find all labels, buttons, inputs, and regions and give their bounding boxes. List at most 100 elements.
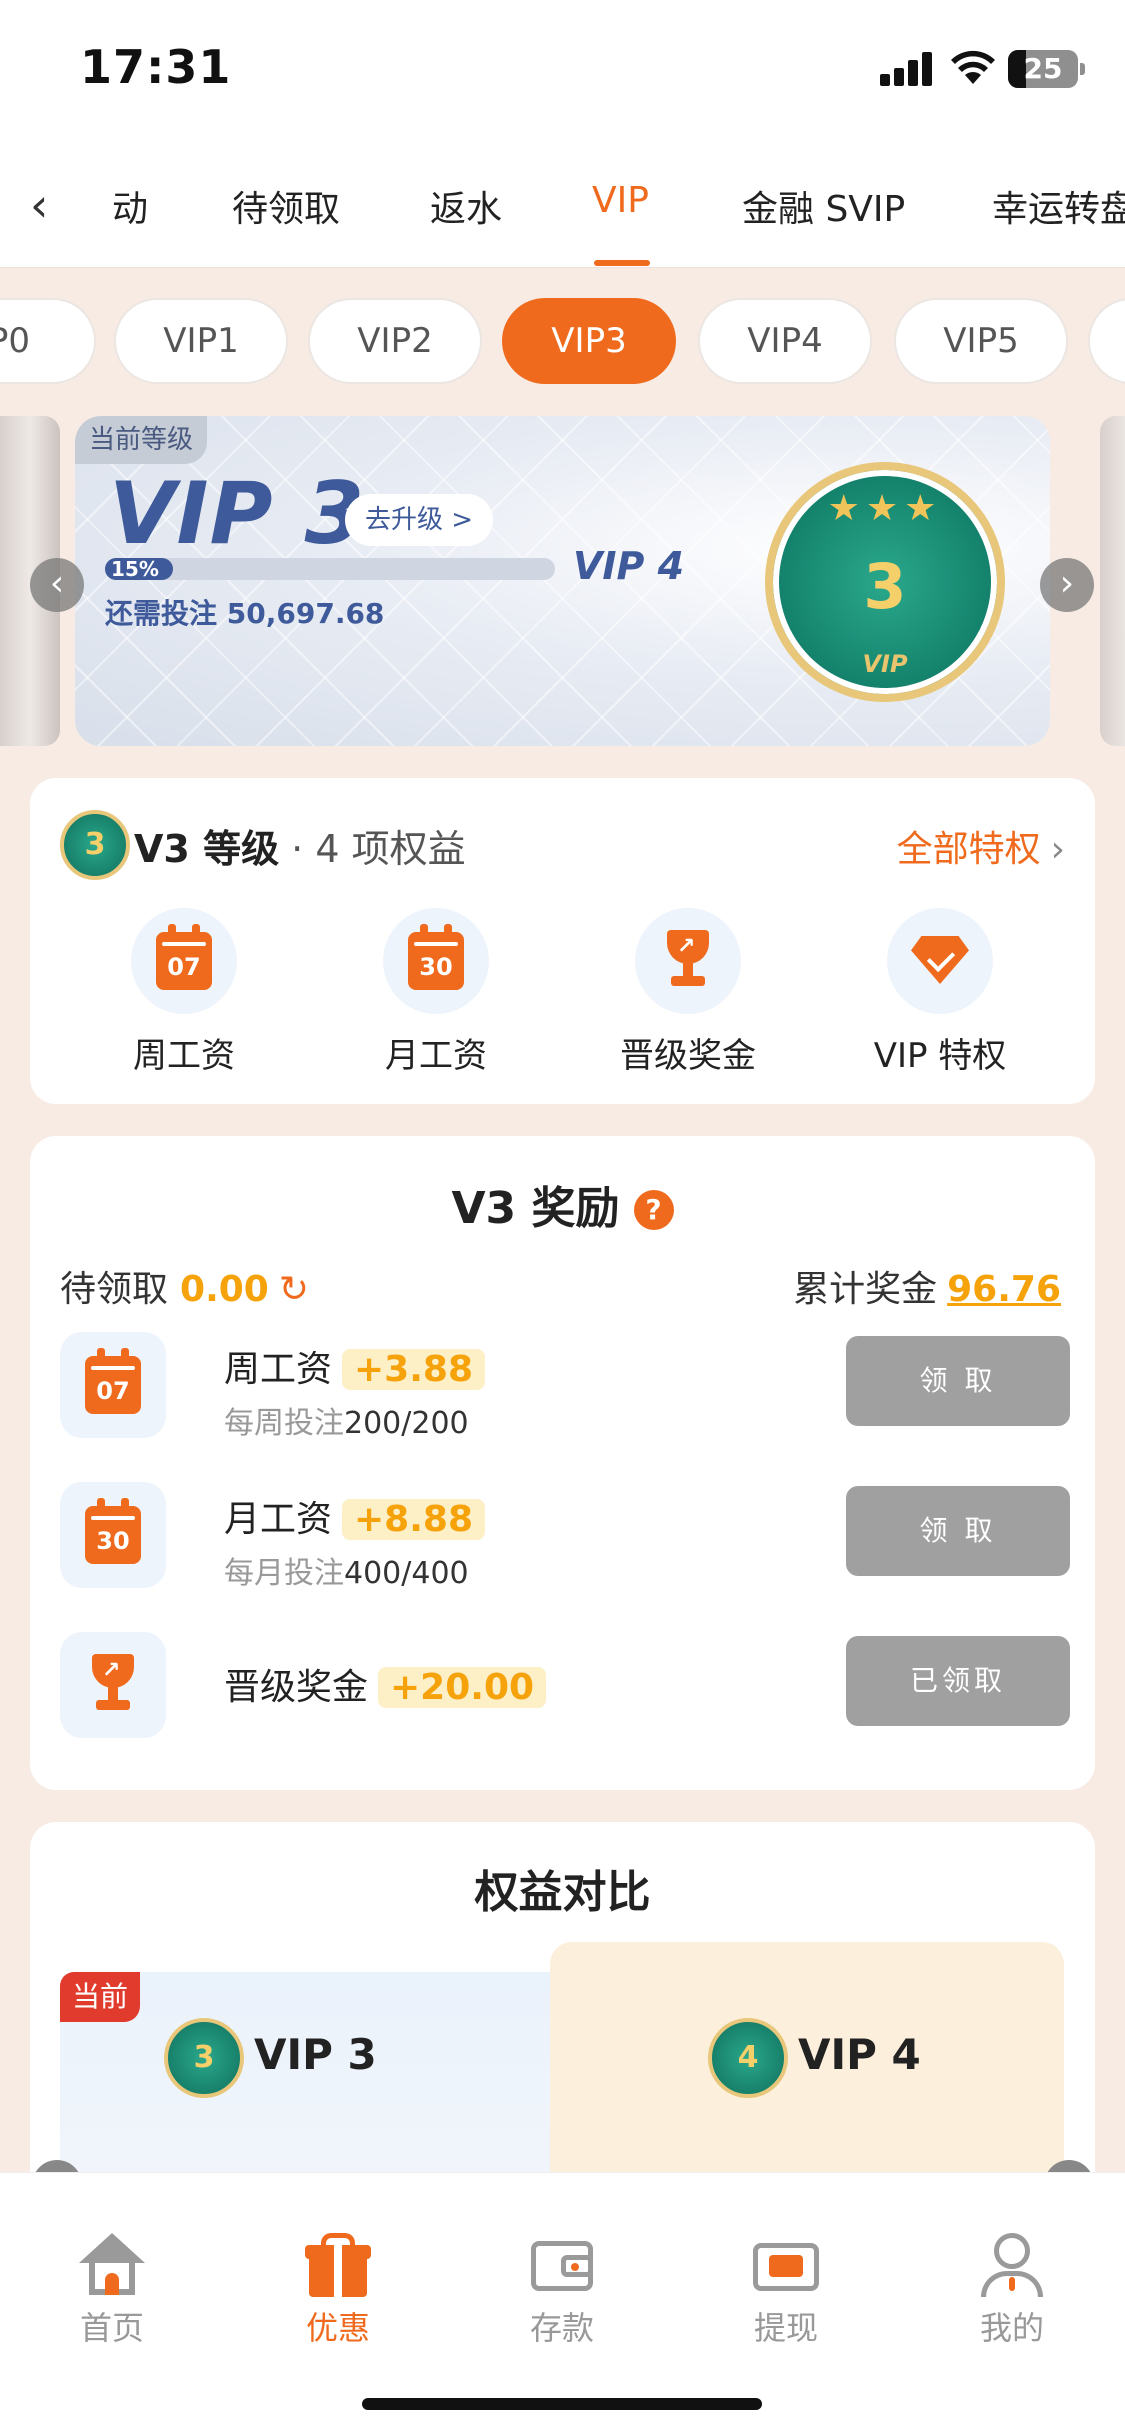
current-level-card: 当前等级 VIP 3 去升级 > 15% VIP 4 还需投注 50,697.6… bbox=[75, 416, 1050, 746]
reward-row-weekly: 07 周工资 +3.88 每周投注200/200 领 取 bbox=[60, 1332, 1070, 1442]
cash-icon bbox=[751, 2233, 821, 2297]
benefit-label: 周工资 bbox=[133, 1036, 235, 1076]
total-bonus-amount[interactable]: 96.76 bbox=[947, 1269, 1061, 1310]
category-tabs: ‹ 动 待领取 返水 VIP 金融 SVIP 幸运转盘 bbox=[0, 150, 1125, 268]
benefit-promotion-bonus[interactable]: ↗ 晋级奖金 bbox=[578, 908, 798, 1077]
benefit-monthly-salary[interactable]: 30 月工资 bbox=[326, 908, 546, 1077]
comparison-current-level: VIP 3 bbox=[254, 2030, 377, 2079]
reward-row-promotion: ↗ 晋级奖金 +20.00 已领取 bbox=[60, 1632, 1070, 1742]
tab-label: 优惠 bbox=[305, 2309, 370, 2347]
calendar-07-icon: 07 bbox=[131, 908, 237, 1014]
total-bonus: 累计奖金 96.76 bbox=[793, 1260, 1061, 1312]
pill-vip0[interactable]: P0 bbox=[0, 298, 96, 384]
carousel-prev-button[interactable]: ‹ bbox=[30, 558, 84, 612]
v3-mini-badge-icon: 3 bbox=[60, 810, 130, 880]
tab-withdraw[interactable]: 提现 bbox=[706, 2233, 866, 2349]
reward-name: 晋级奖金 +20.00 bbox=[224, 1658, 547, 1710]
back-chevron-icon[interactable]: ‹ bbox=[30, 178, 48, 232]
reward-bonus: +3.88 bbox=[342, 1349, 486, 1390]
trophy-icon: ↗ bbox=[60, 1632, 166, 1738]
pill-vip2[interactable]: VIP2 bbox=[308, 298, 482, 384]
all-privileges-label: 全部特权 bbox=[896, 829, 1041, 870]
pill-vip5[interactable]: VIP5 bbox=[894, 298, 1068, 384]
home-indicator bbox=[362, 2398, 762, 2410]
tab-label: 我的 bbox=[979, 2309, 1044, 2347]
pill-vip4[interactable]: VIP4 bbox=[698, 298, 872, 384]
claim-monthly-button[interactable]: 领 取 bbox=[846, 1486, 1070, 1576]
level-benefits-title: V3 等级 · 4 项权益 bbox=[134, 818, 466, 873]
benefit-label: VIP 特权 bbox=[873, 1036, 1007, 1076]
reward-bonus: +20.00 bbox=[378, 1667, 547, 1708]
comparison-title: 权益对比 bbox=[474, 1867, 651, 1918]
home-icon bbox=[77, 2233, 147, 2297]
diamond-icon bbox=[887, 908, 993, 1014]
badge-number: 3 bbox=[863, 550, 907, 623]
tab-pending[interactable]: 待领取 bbox=[232, 180, 340, 232]
tab-label: 提现 bbox=[753, 2309, 818, 2347]
claimed-promotion-button[interactable]: 已领取 bbox=[846, 1636, 1070, 1726]
carousel-next-button[interactable]: › bbox=[1040, 558, 1094, 612]
level-benefits-card: 3 V3 等级 · 4 项权益 全部特权 › 07 周工资 30 月工资 ↗ 晋级… bbox=[30, 778, 1095, 1104]
tab-profile[interactable]: 我的 bbox=[932, 2233, 1092, 2349]
current-level-tag: 当前等级 bbox=[75, 416, 208, 464]
tab-deposit[interactable]: 存款 bbox=[482, 2233, 642, 2349]
calendar-30-icon: 30 bbox=[383, 908, 489, 1014]
required-wager-label: 还需投注 bbox=[105, 597, 218, 630]
trophy-icon: ↗ bbox=[635, 908, 741, 1014]
upgrade-button[interactable]: 去升级 > bbox=[345, 494, 494, 546]
required-wager: 还需投注 50,697.68 bbox=[105, 592, 384, 632]
comparison-next-level: VIP 4 bbox=[798, 2030, 921, 2079]
chevron-right-icon: › bbox=[1050, 829, 1065, 870]
gift-icon bbox=[303, 2233, 373, 2297]
cellular-signal-icon bbox=[880, 52, 936, 86]
calendar-07-icon: 07 bbox=[60, 1332, 166, 1438]
next-card-peek bbox=[1100, 416, 1125, 746]
rewards-title: V3 奖励? bbox=[30, 1172, 1095, 1236]
battery-level: 25 bbox=[1023, 52, 1063, 85]
claim-weekly-button[interactable]: 领 取 bbox=[846, 1336, 1070, 1426]
next-level-label: VIP 4 bbox=[573, 544, 685, 588]
help-icon[interactable]: ? bbox=[633, 1190, 674, 1230]
status-time: 17:31 bbox=[80, 40, 232, 94]
refresh-icon[interactable]: ↻ bbox=[279, 1269, 309, 1310]
vip4-badge-icon: 4 bbox=[708, 2018, 788, 2098]
tab-label: 首页 bbox=[79, 2309, 144, 2347]
wallet-icon bbox=[527, 2233, 597, 2297]
bottom-tab-bar: 首页 优惠 存款 提现 我的 bbox=[0, 2172, 1125, 2436]
reward-row-monthly: 30 月工资 +8.88 每月投注400/400 领 取 bbox=[60, 1482, 1070, 1592]
reward-bonus: +8.88 bbox=[342, 1499, 486, 1540]
total-bonus-label: 累计奖金 bbox=[793, 1269, 938, 1310]
tab-activity[interactable]: 动 bbox=[112, 180, 148, 232]
current-level-title: VIP 3 bbox=[109, 464, 366, 564]
tab-finance-svip[interactable]: 金融 SVIP bbox=[742, 180, 905, 232]
vip3-badge-icon: ★★★ 3 VIP bbox=[765, 462, 1005, 702]
status-bar: 17:31 25 bbox=[0, 0, 1125, 150]
pill-vip1[interactable]: VIP1 bbox=[114, 298, 288, 384]
wifi-icon bbox=[951, 50, 995, 84]
benefit-count: · 4 项权益 bbox=[279, 827, 466, 871]
active-tab-indicator bbox=[594, 260, 650, 266]
pending-amount: 0.00 bbox=[180, 1269, 269, 1310]
tab-promotions[interactable]: 优惠 bbox=[258, 2233, 418, 2349]
benefit-vip-privilege[interactable]: VIP 特权 bbox=[830, 908, 1050, 1077]
tab-vip[interactable]: VIP bbox=[592, 180, 649, 221]
tab-home[interactable]: 首页 bbox=[32, 2233, 192, 2349]
benefit-label: 月工资 bbox=[385, 1036, 487, 1076]
tab-lucky-wheel[interactable]: 幸运转盘 bbox=[992, 180, 1125, 232]
level-progress-percent: 15% bbox=[111, 557, 159, 581]
benefit-weekly-salary[interactable]: 07 周工资 bbox=[74, 908, 294, 1077]
vip3-badge-icon: 3 bbox=[164, 2018, 244, 2098]
benefit-comparison-card: 权益对比 当前 3 VIP 3 4 VIP 4 bbox=[30, 1822, 1095, 2232]
reward-name: 月工资 +8.88 bbox=[224, 1490, 486, 1542]
benefit-label: 晋级奖金 bbox=[620, 1036, 756, 1076]
level-progress-bar: 15% bbox=[105, 557, 555, 581]
reward-requirement: 每月投注400/400 bbox=[224, 1556, 469, 1591]
tab-rebate[interactable]: 返水 bbox=[430, 180, 502, 232]
pill-vip3[interactable]: VIP3 bbox=[502, 298, 676, 384]
all-privileges-link[interactable]: 全部特权 › bbox=[897, 820, 1065, 872]
level-rewards-card: V3 奖励? 待领取 0.00 ↻ 累计奖金 96.76 07 周工资 +3.88 每周… bbox=[30, 1136, 1095, 1790]
level-name: V3 等级 bbox=[134, 827, 280, 871]
badge-stars: ★★★ bbox=[827, 488, 943, 529]
current-flag: 当前 bbox=[60, 1972, 141, 2022]
pill-next[interactable] bbox=[1088, 298, 1125, 384]
